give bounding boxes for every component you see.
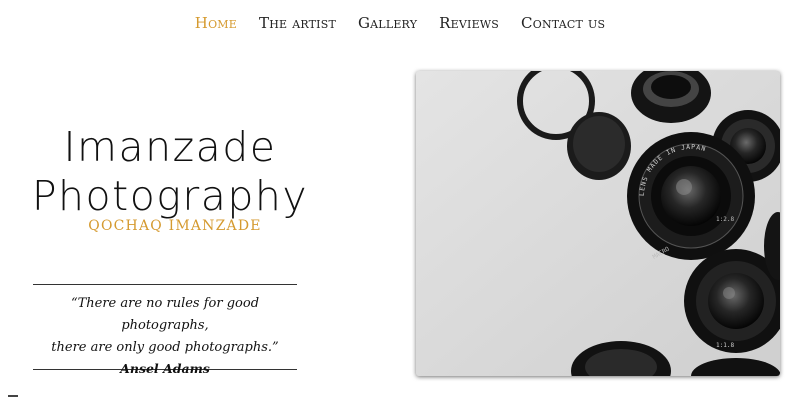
quote-line-1: “There are no rules for good photographs… <box>70 296 260 333</box>
scroll-indicator <box>8 395 18 397</box>
lens-engraving-2: 1:2.8 <box>716 216 734 223</box>
nav-the-artist[interactable]: The artist <box>248 12 347 34</box>
quote-block: “There are no rules for good photographs… <box>33 284 297 376</box>
main-nav: Home The artist Gallery Reviews Contact … <box>0 12 800 34</box>
quote-text: “There are no rules for good photographs… <box>33 293 297 359</box>
photographer-name: QOCHAQ IMANZADE <box>88 218 262 234</box>
nav-contact-us[interactable]: Contact us <box>510 12 616 34</box>
quote-author: Ansel Adams <box>120 361 210 376</box>
hero-image: LENS MADE IN JAPAN 1:1.8 MACRO 1:2.8 <box>416 71 780 376</box>
quote-line-2: there are only good photographs.” <box>51 340 279 355</box>
nav-reviews[interactable]: Reviews <box>428 12 510 34</box>
title-line-1: Imanzade <box>63 123 277 172</box>
nav-gallery[interactable]: Gallery <box>347 12 428 34</box>
title-line-2: Photography <box>31 172 309 221</box>
camera-lenses-photo: LENS MADE IN JAPAN 1:1.8 MACRO 1:2.8 <box>416 71 780 376</box>
page-title: Imanzade Photography <box>20 123 320 221</box>
lens-engraving-3: 1:1.8 <box>716 342 734 349</box>
nav-home[interactable]: Home <box>184 12 248 34</box>
